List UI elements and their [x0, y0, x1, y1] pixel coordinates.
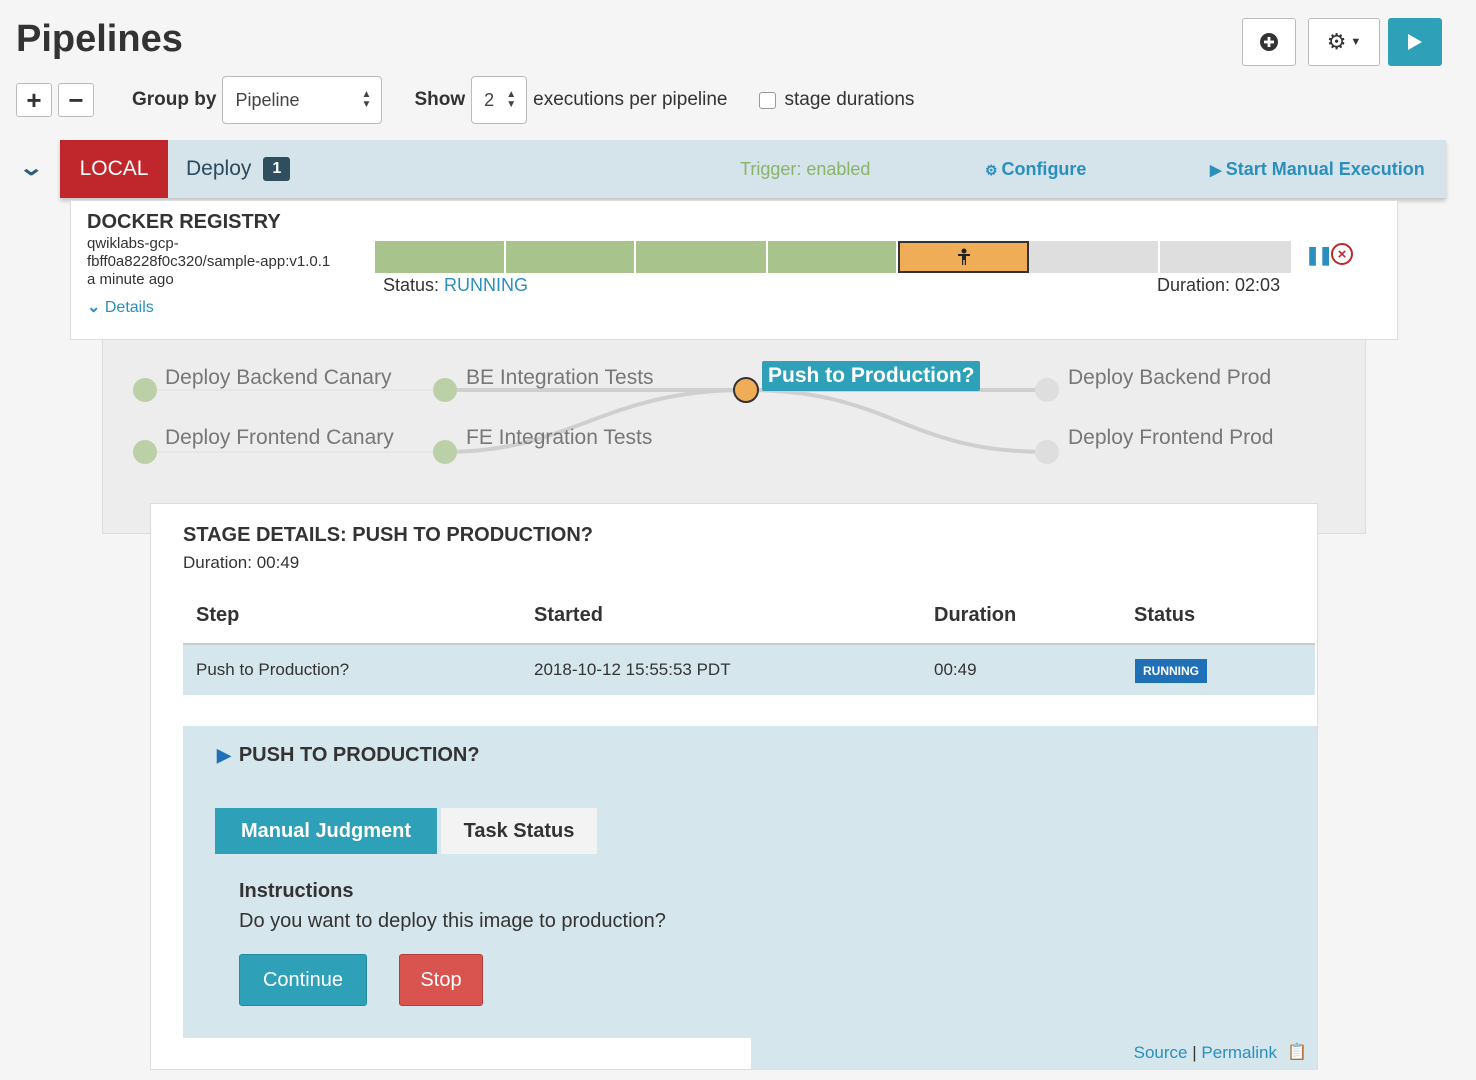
node-fe-integration-tests: [433, 440, 457, 464]
show-count-select[interactable]: 2 ▲ ▼: [471, 76, 528, 124]
execution-time: a minute ago: [87, 271, 174, 288]
configure-label: Configure: [1001, 158, 1087, 179]
judgment-title: PUSH TO PRODUCTION?: [238, 744, 480, 766]
stage-segment-succeeded[interactable]: [375, 241, 506, 273]
page-title: Pipelines: [16, 18, 183, 60]
execution-status: Status: RUNNING: [383, 275, 528, 296]
column-header-duration: Duration: [934, 604, 1017, 626]
cell-started: 2018-10-12 15:55:53 PDT: [534, 660, 731, 679]
trigger-type: DOCKER REGISTRY: [87, 211, 281, 233]
clipboard-icon[interactable]: 📋: [1287, 1042, 1307, 1062]
stop-button[interactable]: Stop: [399, 954, 483, 1006]
group-by-value: Pipeline: [235, 89, 300, 110]
execution-duration: Duration: 02:03: [1157, 275, 1281, 295]
play-icon: [1408, 34, 1422, 50]
stage-segment-not-started[interactable]: [1029, 241, 1160, 273]
column-header-started: Started: [534, 604, 603, 626]
details-toggle[interactable]: ⌄ Details: [87, 297, 154, 317]
select-arrows-icon: ▲ ▼: [506, 89, 517, 110]
instructions-heading: Instructions: [239, 880, 354, 902]
stage-segment-succeeded[interactable]: [506, 241, 636, 273]
caret-down-icon: ▼: [1350, 36, 1362, 48]
trigger-status: Trigger: enabled: [740, 158, 871, 179]
stage-segment-succeeded[interactable]: [768, 241, 898, 273]
create-pipeline-button[interactable]: [1242, 18, 1296, 66]
stage-segment-succeeded[interactable]: [636, 241, 768, 273]
column-header-status: Status: [1134, 604, 1196, 626]
instructions-text: Do you want to deploy this image to prod…: [239, 910, 666, 932]
stage-details-title: STAGE DETAILS: PUSH TO PRODUCTION?: [183, 524, 594, 546]
stage-durations-checkbox[interactable]: [759, 91, 777, 109]
per-pipeline-label: executions per pipeline: [533, 89, 728, 110]
expand-all-button[interactable]: +: [16, 83, 52, 117]
group-by-label: Group by: [132, 89, 217, 110]
stage-details-panel: STAGE DETAILS: PUSH TO PRODUCTION? Durat…: [150, 503, 1318, 1070]
collapse-group-chevron-icon[interactable]: ⌄: [18, 155, 44, 181]
application-tag: LOCAL: [60, 140, 168, 198]
table-row[interactable]: Push to Production? 2018-10-12 15:55:53 …: [183, 643, 1315, 695]
judgment-section-toggle[interactable]: ▶ PUSH TO PRODUCTION?: [217, 744, 480, 767]
node-deploy-backend-prod: [1035, 378, 1059, 402]
execution-card: DOCKER REGISTRY qwiklabs-gcp- fbff0a8228…: [70, 200, 1398, 340]
node-deploy-frontend-prod: [1035, 440, 1059, 464]
person-icon: [957, 248, 970, 265]
stage-duration: Duration: 00:49: [183, 553, 300, 572]
stage-label-be-integration-tests[interactable]: BE Integration Tests: [466, 366, 654, 390]
source-link[interactable]: Source: [1134, 1043, 1188, 1062]
stage-label-deploy-frontend-canary[interactable]: Deploy Frontend Canary: [165, 426, 394, 450]
cell-step: Push to Production?: [196, 660, 350, 679]
image-line-2: fbff0a8228f0c320/sample-app:v1.0.1: [87, 253, 331, 270]
status-value: RUNNING: [444, 275, 529, 295]
filter-controls: + − Group by Pipeline ▲ ▼ Show 2 ▲ ▼ execu…: [16, 76, 914, 124]
play-icon: ▶: [1210, 161, 1226, 179]
chevron-down-icon: ⌄: [87, 299, 105, 316]
show-count-value: 2: [484, 89, 495, 110]
stage-label-deploy-backend-canary[interactable]: Deploy Backend Canary: [165, 366, 391, 390]
configure-link[interactable]: ⚙ Configure: [985, 159, 1086, 180]
collapse-all-button[interactable]: −: [58, 83, 94, 117]
stage-label-fe-integration-tests[interactable]: FE Integration Tests: [466, 426, 652, 450]
stage-durations-label: stage durations: [784, 89, 915, 110]
source-links: Source | Permalink: [1134, 1043, 1277, 1063]
stage-label-deploy-backend-prod[interactable]: Deploy Backend Prod: [1068, 366, 1271, 390]
cog-icon: ⚙: [985, 161, 1002, 178]
group-by-select[interactable]: Pipeline ▲ ▼: [222, 76, 383, 124]
cancel-icon[interactable]: ×: [1331, 243, 1353, 265]
manual-judgment-section: ▶ PUSH TO PRODUCTION? Manual Judgment Tas…: [183, 726, 1317, 1038]
stage-progress-bar: [375, 241, 1291, 273]
node-push-to-production: [733, 377, 759, 403]
continue-button[interactable]: Continue: [239, 954, 367, 1006]
start-manual-execution-link[interactable]: ▶ Start Manual Execution: [1210, 159, 1425, 180]
pause-icon[interactable]: ❚❚: [1305, 245, 1333, 266]
permalink-link[interactable]: Permalink: [1201, 1043, 1277, 1062]
stage-segment-not-started[interactable]: [1160, 241, 1291, 273]
cell-duration: 00:49: [934, 660, 977, 679]
stage-segment-running[interactable]: [898, 241, 1029, 273]
run-button[interactable]: [1388, 18, 1442, 66]
node-deploy-backend-canary: [133, 378, 157, 402]
select-arrows-icon: ▲ ▼: [361, 89, 372, 110]
details-label: Details: [104, 299, 154, 316]
start-manual-label: Start Manual Execution: [1225, 158, 1425, 179]
node-be-integration-tests: [433, 378, 457, 402]
status-badge: RUNNING: [1135, 659, 1207, 683]
tab-manual-judgment[interactable]: Manual Judgment: [215, 808, 437, 854]
caret-right-icon: ▶: [217, 745, 231, 765]
settings-dropdown-button[interactable]: ⚙ ▼: [1308, 18, 1380, 66]
pipeline-name[interactable]: Deploy: [186, 157, 251, 181]
stage-label-deploy-frontend-prod[interactable]: Deploy Frontend Prod: [1068, 426, 1273, 450]
stage-label-push-to-production[interactable]: Push to Production?: [762, 361, 981, 391]
image-line-1: qwiklabs-gcp-: [87, 235, 179, 252]
show-label: Show: [414, 89, 466, 110]
column-header-step: Step: [196, 604, 240, 626]
tab-task-status[interactable]: Task Status: [441, 808, 597, 854]
plus-circle-icon: [1260, 33, 1278, 51]
status-label: Status:: [383, 275, 440, 295]
pipeline-group-header: LOCAL Deploy 1 Trigger: enabled ⚙ Config…: [60, 140, 1446, 198]
execution-count-badge: 1: [263, 157, 291, 181]
link-separator: |: [1192, 1043, 1197, 1062]
gear-icon: ⚙: [1326, 29, 1347, 54]
node-deploy-frontend-canary: [133, 440, 157, 464]
